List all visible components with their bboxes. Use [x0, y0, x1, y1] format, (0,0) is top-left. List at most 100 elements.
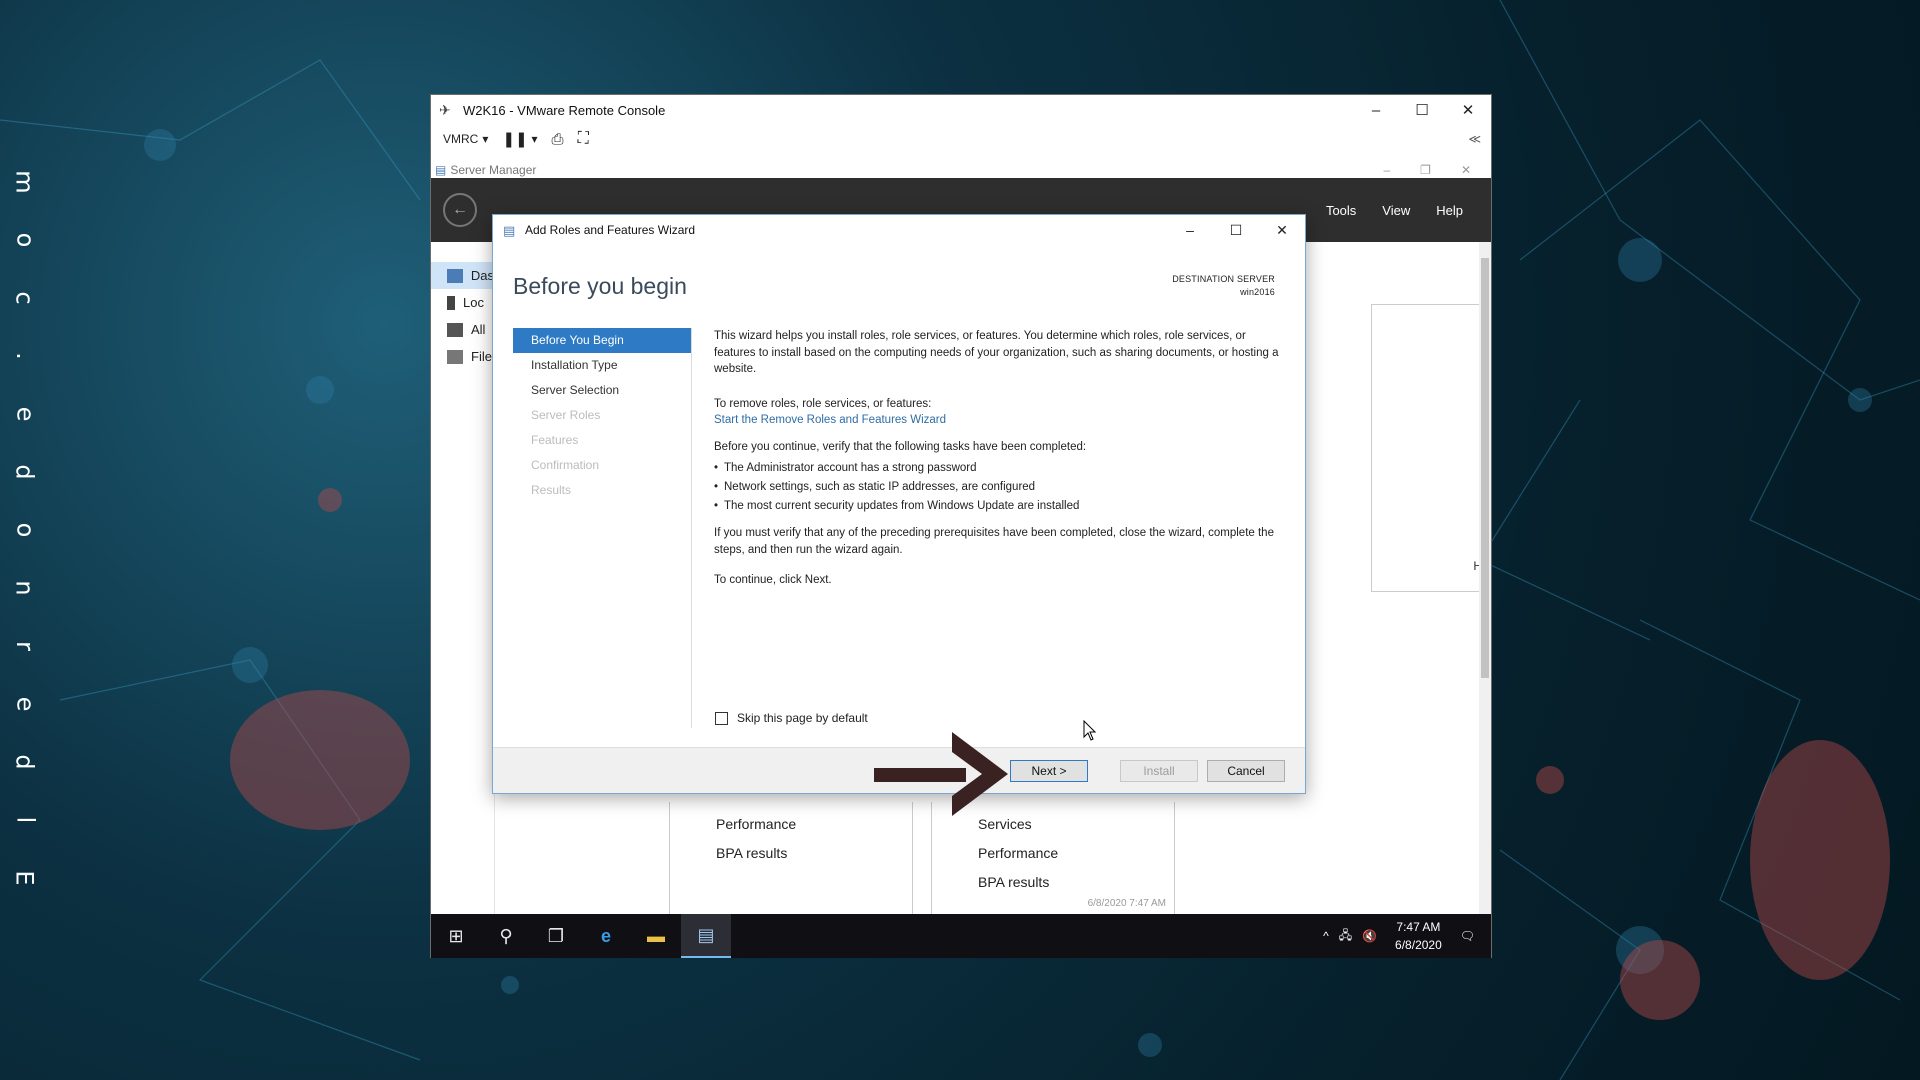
vmrc-app-icon: ✈ [439, 102, 451, 118]
wizard-title: Add Roles and Features Wizard [525, 223, 696, 237]
server-manager-taskbar-button[interactable]: ▤ [681, 914, 731, 958]
search-button[interactable]: ⚲ [481, 914, 531, 958]
list-item: The most current security updates from W… [714, 497, 1284, 516]
dashboard-scrollbar[interactable] [1479, 242, 1491, 914]
vmrc-menu-button[interactable]: VMRC ▾ [443, 132, 488, 146]
network-icon[interactable]: 🖧 [1339, 926, 1352, 947]
windows-logo-icon: ⊞ [448, 925, 464, 946]
watermark-letter: m [10, 170, 39, 194]
skip-page-label: Skip this page by default [737, 711, 868, 725]
server-manager-icon: ▤ [697, 924, 715, 945]
wizard-divider [691, 328, 692, 728]
vmrc-close-button[interactable]: ✕ [1445, 95, 1491, 125]
watermark-letter: e [10, 696, 39, 712]
vmrc-maximize-button[interactable]: ☐ [1399, 95, 1445, 125]
watermark-letter: n [11, 580, 39, 596]
tile-performance[interactable]: Performance [978, 839, 1174, 868]
step-server-selection[interactable]: Server Selection [513, 378, 691, 403]
role-tile-left[interactable]: Performance BPA results [669, 802, 913, 922]
clock-time: 7:47 AM [1396, 920, 1441, 934]
step-features: Features [531, 433, 579, 447]
step-before-you-begin[interactable]: Before You Begin [513, 328, 691, 353]
cancel-button[interactable]: Cancel [1207, 760, 1285, 782]
continue-text: To continue, click Next. [714, 574, 832, 586]
sm-minimize-button[interactable]: – [1383, 163, 1390, 177]
wizard-icon: ▤ [503, 223, 516, 238]
wizard-steps: Before You Begin Installation Type Serve… [513, 328, 691, 503]
page-title: Before you begin [513, 273, 687, 299]
annotation-arrow-icon [874, 732, 1008, 816]
watermark-letter: E [10, 870, 39, 886]
watermark-letter: l [10, 816, 39, 824]
wizard-minimize-button[interactable]: – [1167, 215, 1213, 245]
server-manager-title: Server Manager [450, 162, 537, 177]
sidebar-item-local-server[interactable]: Loc [431, 289, 494, 316]
step-confirmation: Confirmation [531, 458, 600, 472]
tile-bpa-results[interactable]: BPA results [716, 839, 912, 868]
mouse-cursor-icon [1083, 720, 1097, 741]
task-view-button[interactable]: ❐ [531, 914, 581, 958]
watermark-letter: d [10, 464, 39, 480]
prereq-text: If you must verify that any of the prece… [714, 527, 1274, 556]
start-button[interactable]: ⊞ [431, 914, 481, 958]
step-installation-type[interactable]: Installation Type [513, 353, 691, 378]
server-manager-sidebar: Das Loc All File [431, 242, 495, 914]
task-view-icon: ❐ [547, 925, 565, 946]
chevron-down-icon: ▾ [482, 132, 489, 146]
wizard-maximize-button[interactable]: ☐ [1213, 215, 1259, 245]
action-center-icon[interactable]: 🗨 [1460, 929, 1475, 943]
vmrc-toolbar: VMRC ▾ ❚❚ ▾ ⎙ ⛶ ≪ [431, 125, 1491, 153]
watermark-letter: r [11, 641, 39, 651]
scrollbar-thumb[interactable] [1481, 258, 1489, 678]
skip-page-checkbox[interactable] [715, 711, 728, 725]
sidebar-item-file-services[interactable]: File [431, 343, 494, 370]
server-manager-title-bar: ▤ Server Manager – ❐ ✕ [431, 161, 1491, 178]
sidebar-item-label: File [471, 349, 492, 364]
tile-timestamp: 6/8/2020 7:47 AM [1087, 898, 1166, 909]
internet-explorer-button[interactable]: e [581, 914, 631, 958]
sm-close-button[interactable]: ✕ [1461, 163, 1471, 177]
install-button: Install [1120, 760, 1198, 782]
next-button[interactable]: Next > [1010, 760, 1088, 782]
role-tile-right[interactable]: Services Performance BPA results 6/8/202… [931, 802, 1175, 922]
chevron-down-icon: ▾ [531, 132, 538, 146]
folder-icon: ▬ [647, 925, 665, 946]
step-results: Results [531, 483, 572, 497]
remove-roles-link[interactable]: Start the Remove Roles and Features Wiza… [714, 414, 946, 426]
pause-button[interactable]: ❚❚ ▾ [502, 130, 537, 148]
skip-page-option[interactable]: Skip this page by default [715, 711, 868, 725]
step-server-roles: Server Roles [531, 408, 601, 422]
file-services-icon [447, 349, 463, 364]
volume-muted-icon[interactable]: 🔇 [1362, 929, 1377, 943]
remove-text: To remove roles, role services, or featu… [714, 397, 932, 410]
file-explorer-button[interactable]: ▬ [631, 914, 681, 958]
clock[interactable]: 7:47 AM 6/8/2020 [1395, 918, 1442, 954]
menu-tools[interactable]: Tools [1326, 203, 1356, 218]
destination-server-value: win2016 [1240, 287, 1275, 297]
server-manager-icon: ▤ [435, 162, 447, 177]
tile-bpa-results[interactable]: BPA results [978, 868, 1174, 897]
chevron-up-icon[interactable]: ^ [1323, 929, 1329, 943]
back-button[interactable]: ← [443, 193, 477, 227]
taskbar: ⊞ ⚲ ❐ e ▬ ▤ ^ 🖧 🔇 7:47 AM 6/8/2020 🗨 [431, 914, 1491, 958]
sidebar-item-dashboard[interactable]: Das [431, 262, 494, 289]
verify-text: Before you continue, verify that the fol… [714, 440, 1087, 453]
fullscreen-icon[interactable]: ⛶ [578, 130, 589, 148]
vmrc-menu-label: VMRC [443, 132, 479, 146]
welcome-tile: Hide [1371, 304, 1491, 592]
pause-icon: ❚❚ [502, 131, 528, 148]
watermark-letter: e [10, 406, 39, 422]
sidebar-item-all-servers[interactable]: All [431, 316, 494, 343]
list-item: The Administrator account has a strong p… [714, 459, 1284, 478]
menu-help[interactable]: Help [1436, 203, 1463, 218]
watermark-letter: c [10, 291, 39, 305]
sm-restore-button[interactable]: ❐ [1420, 163, 1431, 177]
send-ctrl-alt-del-icon[interactable]: ⎙ [552, 131, 564, 148]
vmrc-minimize-button[interactable]: – [1353, 95, 1399, 125]
collapse-toolbar-button[interactable]: ≪ [1468, 132, 1481, 146]
watermark-letter: o [11, 232, 39, 248]
wizard-body: This wizard helps you install roles, rol… [714, 328, 1284, 599]
menu-view[interactable]: View [1382, 203, 1410, 218]
wizard-close-button[interactable]: ✕ [1259, 215, 1305, 245]
dashboard-icon [447, 268, 463, 283]
